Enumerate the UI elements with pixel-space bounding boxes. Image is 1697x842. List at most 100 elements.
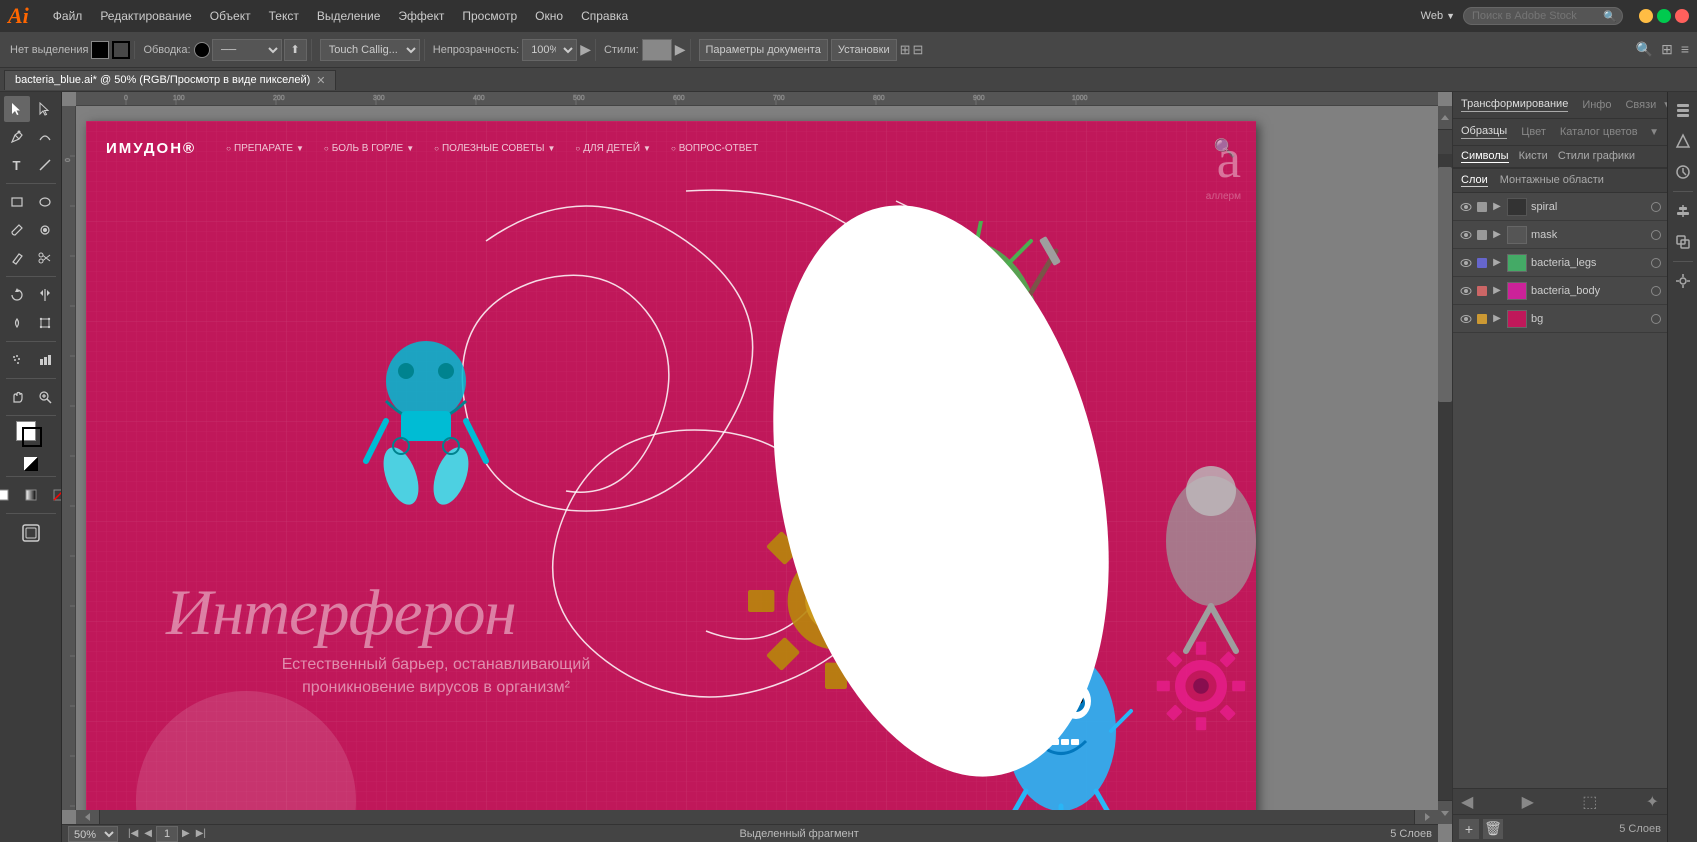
layer-expand-bacteria-legs[interactable]: ▶ bbox=[1491, 257, 1503, 268]
reflect-tool[interactable] bbox=[32, 282, 58, 308]
layer-eye-bacteria-legs[interactable] bbox=[1459, 256, 1473, 270]
menu-icon[interactable]: ≡ bbox=[1679, 41, 1691, 58]
layers-add-icon[interactable]: ✦ bbox=[1646, 792, 1659, 812]
none-fill-btn[interactable] bbox=[46, 482, 63, 508]
color-tab[interactable]: Цвет bbox=[1521, 126, 1546, 138]
artboard-icon[interactable]: ⊟ bbox=[913, 42, 924, 58]
transform-panel-header[interactable]: Трансформирование Инфо Связи ▼ bbox=[1453, 92, 1667, 118]
rotate-tool[interactable] bbox=[4, 282, 30, 308]
catalog-tab[interactable]: Каталог цветов bbox=[1560, 126, 1638, 138]
selection-tool[interactable] bbox=[4, 96, 30, 122]
align-btn[interactable] bbox=[1669, 197, 1697, 225]
style-swatch[interactable] bbox=[642, 39, 672, 61]
hand-tool[interactable] bbox=[4, 384, 30, 410]
setup-button[interactable]: Установки bbox=[831, 39, 897, 61]
sunburst-btn[interactable] bbox=[1669, 267, 1697, 295]
samples-panel-header[interactable]: Образцы Цвет Каталог цветов ▼ bbox=[1453, 119, 1667, 145]
layer-expand-spiral[interactable]: ▶ bbox=[1491, 201, 1503, 212]
opacity-select[interactable]: 100% bbox=[522, 39, 577, 61]
menu-window[interactable]: Окно bbox=[527, 5, 571, 27]
layer-expand-bg[interactable]: ▶ bbox=[1491, 313, 1503, 324]
maximize-button[interactable] bbox=[1657, 9, 1671, 23]
layer-eye-bg[interactable] bbox=[1459, 312, 1473, 326]
style-arrow[interactable]: ▶ bbox=[675, 41, 686, 58]
stroke-color-btn-2[interactable] bbox=[22, 427, 42, 447]
canvas-area[interactable]: // ruler marks are decorative 0 100 200 … bbox=[62, 92, 1452, 842]
artboards-tab[interactable]: Монтажные области bbox=[1500, 174, 1604, 187]
pen-tool[interactable] bbox=[4, 124, 30, 150]
page-next-btn[interactable]: ▶ bbox=[180, 828, 192, 839]
info-tab[interactable]: Инфо bbox=[1582, 99, 1611, 111]
layer-expand-mask[interactable]: ▶ bbox=[1491, 229, 1503, 240]
layer-eye-spiral[interactable] bbox=[1459, 200, 1473, 214]
scissors-tool[interactable] bbox=[32, 245, 58, 271]
draw-mode-btn[interactable] bbox=[17, 519, 45, 547]
layer-vis-bacteria-body[interactable] bbox=[1651, 286, 1661, 296]
workspace-switcher[interactable]: Web ▼ bbox=[1421, 10, 1455, 22]
free-transform-tool[interactable] bbox=[32, 310, 58, 336]
menu-text[interactable]: Текст bbox=[261, 5, 307, 27]
arrange-icon[interactable]: ⊞ bbox=[900, 42, 911, 58]
h-scrollbar[interactable] bbox=[76, 810, 1438, 824]
normal-fill-btn[interactable] bbox=[0, 482, 16, 508]
close-button[interactable] bbox=[1675, 9, 1689, 23]
layer-row-spiral[interactable]: ▶ spiral bbox=[1453, 193, 1667, 221]
layers-tab[interactable]: Слои bbox=[1461, 174, 1488, 187]
menu-help[interactable]: Справка bbox=[573, 5, 636, 27]
page-last-btn[interactable]: ▶| bbox=[194, 828, 208, 839]
scroll-right-btn[interactable] bbox=[1414, 810, 1438, 824]
eraser-tool[interactable] bbox=[4, 245, 30, 271]
page-prev-btn[interactable]: ◀ bbox=[142, 828, 154, 839]
layer-eye-mask[interactable] bbox=[1459, 228, 1473, 242]
symbols-tab[interactable]: Символы bbox=[1461, 150, 1509, 163]
tab-close-button[interactable]: ✕ bbox=[316, 74, 325, 87]
stroke-weight-btn[interactable]: ⬆ bbox=[284, 39, 307, 61]
rectangle-tool[interactable] bbox=[4, 189, 30, 215]
layer-vis-bg[interactable] bbox=[1651, 314, 1661, 324]
stroke-swatch-display[interactable] bbox=[112, 41, 130, 59]
layers-nav-next-icon[interactable]: ▶ bbox=[1522, 792, 1534, 812]
gradient-fill-btn[interactable] bbox=[18, 482, 44, 508]
doc-params-button[interactable]: Параметры документа bbox=[699, 39, 828, 61]
layer-eye-bacteria-body[interactable] bbox=[1459, 284, 1473, 298]
curvature-tool[interactable] bbox=[32, 124, 58, 150]
v-scroll-thumb[interactable] bbox=[1438, 167, 1452, 402]
blob-brush-tool[interactable] bbox=[32, 217, 58, 243]
menu-file[interactable]: Файл bbox=[45, 5, 91, 27]
properties-btn[interactable] bbox=[1669, 96, 1697, 124]
layer-expand-bacteria-body[interactable]: ▶ bbox=[1491, 285, 1503, 296]
zoom-tool[interactable] bbox=[32, 384, 58, 410]
brush-select[interactable]: Touch Callig... bbox=[320, 39, 420, 61]
v-scrollbar[interactable] bbox=[1438, 106, 1452, 824]
layer-vis-spiral[interactable] bbox=[1651, 202, 1661, 212]
layers-expand-icon[interactable]: ⬚ bbox=[1582, 792, 1597, 812]
menu-view[interactable]: Просмотр bbox=[454, 5, 525, 27]
layer-vis-mask[interactable] bbox=[1651, 230, 1661, 240]
graphic-styles-tab[interactable]: Стили графики bbox=[1558, 150, 1635, 163]
search-input[interactable] bbox=[1463, 7, 1623, 25]
layer-vis-bacteria-legs[interactable] bbox=[1651, 258, 1661, 268]
panel-toggle-icon[interactable]: ⊞ bbox=[1659, 41, 1675, 58]
swap-colors-btn[interactable] bbox=[24, 457, 38, 471]
menu-edit[interactable]: Редактирование bbox=[92, 5, 199, 27]
layer-row-bacteria-body[interactable]: ▶ bacteria_body bbox=[1453, 277, 1667, 305]
transform-tab[interactable]: Трансформирование bbox=[1461, 98, 1568, 112]
v-scroll-track[interactable] bbox=[1438, 154, 1452, 824]
samples-collapse-btn[interactable]: ▼ bbox=[1649, 127, 1659, 138]
zoom-select[interactable]: 50% bbox=[68, 826, 118, 842]
paintbrush-tool[interactable] bbox=[4, 217, 30, 243]
layer-row-mask[interactable]: ▶ mask bbox=[1453, 221, 1667, 249]
search-stock-icon[interactable]: 🔍 bbox=[1634, 41, 1655, 58]
symbol-spray-tool[interactable] bbox=[4, 347, 30, 373]
menu-select[interactable]: Выделение bbox=[309, 5, 389, 27]
layers-nav-prev-icon[interactable]: ◀ bbox=[1461, 792, 1473, 812]
links-tab[interactable]: Связи bbox=[1625, 99, 1656, 111]
layer-row-bg[interactable]: ▶ bg bbox=[1453, 305, 1667, 333]
layers-content[interactable]: ▶ spiral ▶ mask bbox=[1453, 193, 1667, 788]
graph-tool[interactable] bbox=[32, 347, 58, 373]
ellipse-tool[interactable] bbox=[32, 189, 58, 215]
scroll-up-btn[interactable] bbox=[1438, 106, 1452, 130]
opacity-arrow[interactable]: ▶ bbox=[580, 41, 591, 58]
delete-layer-btn[interactable]: 🗑 bbox=[1483, 819, 1503, 839]
history-btn[interactable] bbox=[1669, 158, 1697, 186]
